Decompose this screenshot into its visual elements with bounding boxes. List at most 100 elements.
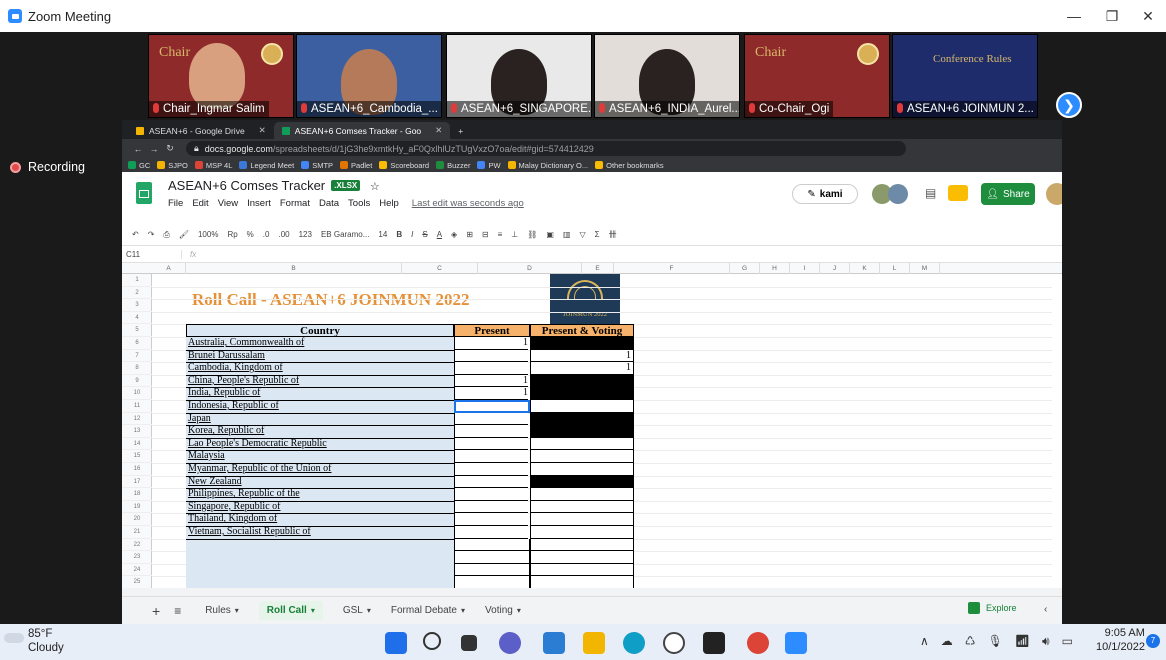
battery-icon[interactable]: ▭ [1062,634,1073,649]
country-cell[interactable]: China, People's Republic of [188,375,452,388]
valign-icon[interactable]: ⊥ [511,230,518,239]
present-cell[interactable] [454,437,528,451]
clock[interactable]: 9:05 AM 10/1/2022 [1096,626,1145,654]
row-header[interactable]: 2 [122,287,152,300]
recording-indicator[interactable]: Recording [10,160,85,174]
row-header[interactable]: 22 [122,539,152,552]
comments-icon[interactable]: ▤ [925,186,936,200]
windows-start-icon[interactable] [385,632,407,654]
empty-voting-cell[interactable] [530,551,634,564]
zoom-select[interactable]: 100% [198,230,218,239]
row-header[interactable]: 14 [122,438,152,451]
strikethrough-button[interactable]: S [422,230,427,239]
voting-cell[interactable] [530,412,634,426]
sheet-tab-gsl[interactable]: GSL ▾ [343,601,371,620]
explore-button[interactable]: Explore [968,602,1017,614]
minimize-button[interactable]: — [1056,0,1092,32]
url-input[interactable]: 🔒︎ docs.google.com/spreadsheets/d/1jG3he… [186,141,906,156]
present-cell[interactable] [454,425,528,438]
row-header[interactable]: 23 [122,551,152,564]
country-cell[interactable]: Vietnam, Socialist Republic of [188,526,452,539]
row-header[interactable]: 7 [122,350,152,363]
number-format-button[interactable]: 123 [299,230,312,239]
column-header[interactable]: D [478,263,582,274]
bookmark-item[interactable]: Other bookmarks [595,161,664,170]
row-header[interactable]: 24 [122,564,152,577]
redo-icon[interactable]: ↷ [148,230,155,239]
store-icon[interactable] [543,632,565,654]
row-header[interactable]: 10 [122,387,152,400]
bookmark-item[interactable]: MSP 4L [194,161,232,170]
voting-cell[interactable] [530,337,634,350]
menu-data[interactable]: Data [319,198,339,209]
new-tab-button[interactable]: + [450,122,471,139]
column-header[interactable]: A [152,263,186,274]
country-cell[interactable]: Singapore, Republic of [188,501,452,514]
menu-insert[interactable]: Insert [247,198,271,209]
voting-cell[interactable] [530,437,634,451]
column-header[interactable]: H [760,263,790,274]
country-cell[interactable]: Philippines, Republic of the [188,488,452,501]
menu-edit[interactable]: Edit [192,198,208,209]
forward-icon[interactable]: → [146,144,162,154]
table-header-voting[interactable]: Present & Voting [530,324,634,337]
chevron-up-icon[interactable]: ∧ [920,634,929,649]
onedrive-icon[interactable]: ♺ [965,634,976,649]
selected-cell[interactable] [454,400,530,413]
country-cell[interactable]: India, Republic of [188,387,452,400]
row-header[interactable]: 6 [122,337,152,350]
present-cell[interactable] [454,450,528,463]
menu-format[interactable]: Format [280,198,310,209]
empty-present-cell[interactable] [454,538,530,552]
row-header[interactable]: 3 [122,299,152,312]
menu-view[interactable]: View [218,198,238,209]
country-cell[interactable]: New Zealand [188,476,452,489]
kami-extension-button[interactable]: ✎ kami [792,184,858,204]
country-cell[interactable]: Indonesia, Republic of [188,400,452,413]
country-cell[interactable]: Myanmar, Republic of the Union of [188,463,452,476]
restore-button[interactable]: ❐ [1094,0,1130,32]
country-cell[interactable]: Australia, Commonwealth of [188,337,452,350]
edge-icon[interactable] [623,632,645,654]
bookmark-item[interactable]: SJPO [157,161,188,170]
row-header[interactable]: 9 [122,375,152,388]
italic-button[interactable]: I [411,230,413,239]
input-tools-icon[interactable]: 卌 [609,229,617,240]
chart-icon[interactable]: ▥ [563,230,571,239]
font-size-select[interactable]: 14 [378,230,387,239]
filter-icon[interactable]: ▽ [580,230,586,239]
row-header[interactable]: 15 [122,450,152,463]
comment-icon[interactable]: ▣ [546,230,554,239]
bold-button[interactable]: B [396,230,402,239]
voting-cell[interactable] [530,387,634,400]
voting-cell[interactable]: 1 [530,362,634,375]
empty-present-cell[interactable] [454,551,530,564]
sheet-grid[interactable]: Roll Call - ASEAN+6 JOINMUN 2022 JOINMUN… [152,274,1052,590]
bookmark-item[interactable]: Buzzer [436,161,470,170]
sheet-tab-roll-call[interactable]: Roll Call ▾ [258,601,323,620]
last-edit-link[interactable]: Last edit was seconds ago [412,198,524,209]
weather-widget[interactable]: 85°F Cloudy [4,627,64,655]
empty-voting-cell[interactable] [530,538,634,552]
voting-cell[interactable] [530,488,634,501]
present-cell[interactable] [454,463,528,476]
present-cell[interactable]: 1 [454,374,528,388]
cloud-sync-icon[interactable]: ☁︎ [941,634,953,649]
google-sheets-logo-icon[interactable] [136,182,152,204]
browser-tab-drive[interactable]: ASEAN+6 - Google Drive ✕ [128,122,274,139]
bookmark-item[interactable]: GC [128,161,150,170]
voting-cell[interactable]: 1 [530,349,634,363]
row-header[interactable]: 16 [122,463,152,476]
voting-cell[interactable] [530,400,634,413]
country-cell[interactable]: Malaysia [188,450,452,463]
participant-tile[interactable]: Chair Chair_Ingmar Salim [148,34,294,118]
table-header-country[interactable]: Country [186,324,454,337]
app-icon[interactable] [703,632,725,654]
sheet-tab-formal-debate[interactable]: Formal Debate ▾ [391,601,465,620]
functions-icon[interactable]: Σ [595,230,600,239]
bookmark-item[interactable]: SMTP [301,161,333,170]
column-header[interactable]: K [850,263,880,274]
country-cell[interactable]: Japan [188,413,452,426]
column-header[interactable]: M [910,263,940,274]
microphone-icon[interactable]: 🎙︎ [988,634,1003,649]
